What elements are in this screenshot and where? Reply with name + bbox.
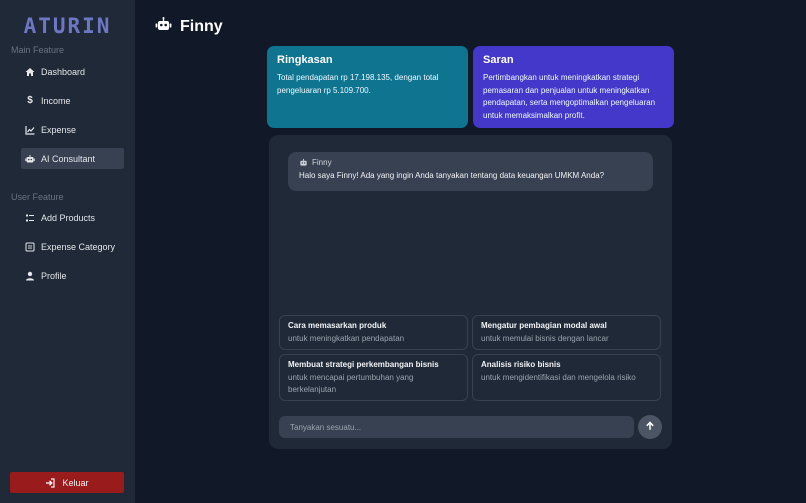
section-label-main: Main Feature <box>11 45 65 55</box>
send-button[interactable] <box>638 415 662 439</box>
user-icon <box>25 271 35 281</box>
robot-icon <box>25 154 35 164</box>
suggestion-title: Analisis risiko bisnis <box>481 360 561 369</box>
line-chart-icon <box>25 125 35 135</box>
sidebar-item-label: Dashboard <box>41 66 86 77</box>
suggestion-subtitle: untuk meningkatkan pendapatan <box>288 334 405 343</box>
sidebar-item-dashboard[interactable]: Dashboard <box>21 61 124 82</box>
page-header: Finny <box>155 17 223 37</box>
list-icon <box>25 213 35 223</box>
logout-icon <box>45 477 56 488</box>
sidebar-item-label: Profile <box>41 270 67 281</box>
section-label-user: User Feature <box>11 192 64 202</box>
bot-message: Finny Halo saya Finny! Ada yang ingin An… <box>288 152 653 191</box>
robot-icon <box>299 158 308 167</box>
logout-label: Keluar <box>62 477 89 488</box>
arrow-up-icon <box>645 418 655 436</box>
summary-card: Ringkasan Total pendapatan rp 17.198.135… <box>267 46 468 128</box>
summary-card-title: Ringkasan <box>277 54 333 66</box>
sidebar-item-income[interactable]: $ Income <box>21 90 124 111</box>
sidebar-item-label: Income <box>41 95 71 106</box>
suggestion-subtitle: untuk mencapai pertumbuhan yang berkelan… <box>288 373 414 394</box>
suggestion-card[interactable]: Cara memasarkan produk untuk meningkatka… <box>279 315 468 350</box>
sidebar-item-profile[interactable]: Profile <box>21 265 124 286</box>
suggestion-card[interactable]: Membuat strategi perkembangan bisnis unt… <box>279 354 468 401</box>
sidebar-item-ai-consultant[interactable]: AI Consultant <box>21 148 124 169</box>
suggestion-card[interactable]: Analisis risiko bisnis untuk mengidentif… <box>472 354 661 401</box>
sidebar-item-label: Add Products <box>41 212 96 223</box>
chat-panel: Finny Halo saya Finny! Ada yang ingin An… <box>269 135 672 449</box>
suggestion-card[interactable]: Mengatur pembagian modal awal untuk memu… <box>472 315 661 350</box>
dollar-icon: $ <box>27 95 33 106</box>
bot-name: Finny <box>312 158 332 167</box>
suggestion-subtitle: untuk memulai bisnis dengan lancar <box>481 334 609 343</box>
suggestion-title: Mengatur pembagian modal awal <box>481 321 607 330</box>
bot-message-text: Halo saya Finny! Ada yang ingin Anda tan… <box>299 171 605 180</box>
sidebar-item-label: AI Consultant <box>41 153 96 164</box>
sidebar-item-add-products[interactable]: Add Products <box>21 207 124 228</box>
list-box-icon <box>25 242 35 252</box>
home-icon <box>25 67 35 77</box>
advice-card-title: Saran <box>483 54 514 66</box>
chat-input[interactable] <box>279 416 634 438</box>
robot-icon <box>155 17 172 37</box>
suggestion-title: Membuat strategi perkembangan bisnis <box>288 360 439 369</box>
suggestion-title: Cara memasarkan produk <box>288 321 387 330</box>
bot-message-header: Finny <box>299 158 642 167</box>
sidebar-item-label: Expense <box>41 124 77 135</box>
advice-card-text: Pertimbangkan untuk meningkatkan strateg… <box>483 73 656 120</box>
sidebar-item-label: Expense Category <box>41 241 116 252</box>
suggestion-subtitle: untuk mengidentifikasi dan mengelola ris… <box>481 373 636 382</box>
sidebar-item-expense-category[interactable]: Expense Category <box>21 236 124 257</box>
page-title: Finny <box>180 18 223 35</box>
sidebar: ATURIN Main Feature Dashboard $ Income E… <box>0 0 135 503</box>
brand-logo: ATURIN <box>23 14 112 38</box>
advice-card: Saran Pertimbangkan untuk meningkatkan s… <box>473 46 674 128</box>
summary-card-text: Total pendapatan rp 17.198.135, dengan t… <box>277 73 439 95</box>
logout-button[interactable]: Keluar <box>10 472 124 493</box>
sidebar-item-expense[interactable]: Expense <box>21 119 124 140</box>
